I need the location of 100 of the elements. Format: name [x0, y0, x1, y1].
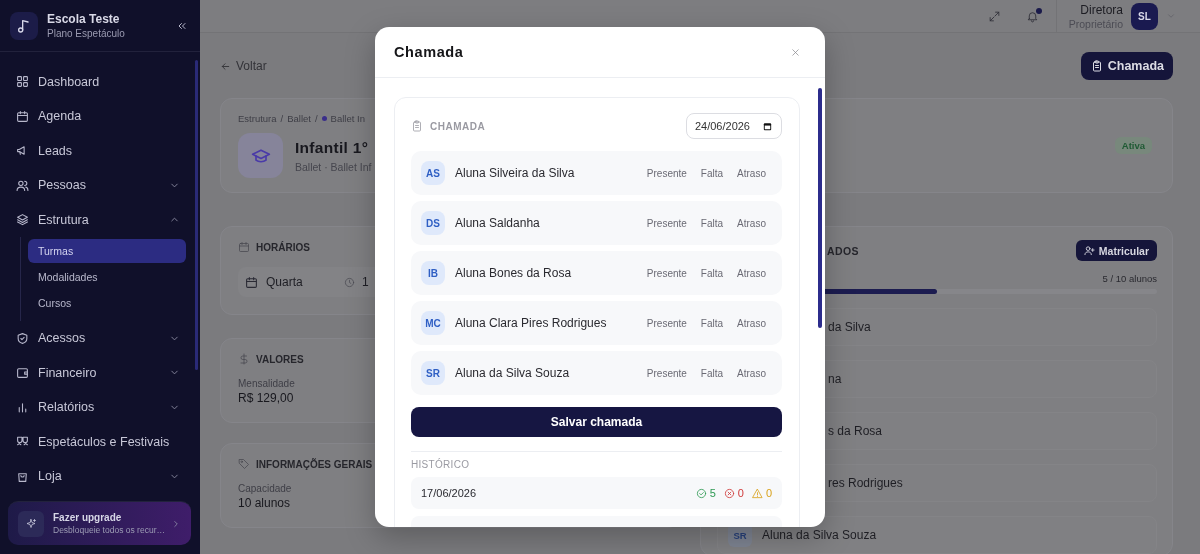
attendance-option[interactable]: Atraso — [731, 213, 772, 233]
section-title: CHAMADA — [430, 120, 487, 132]
section-title: VALORES — [256, 353, 304, 365]
attendance-option[interactable]: Presente — [640, 313, 693, 333]
user-plus-icon — [1083, 245, 1095, 256]
attendance-option[interactable]: Falta — [694, 213, 730, 233]
attendance-option[interactable]: Presente — [640, 163, 693, 183]
calendar-icon — [238, 241, 250, 253]
users-icon — [16, 178, 29, 192]
tag-icon — [238, 458, 250, 470]
absent-count: 0 — [737, 487, 744, 499]
student-name: na — [828, 372, 842, 386]
student-avatar: MC — [421, 311, 445, 335]
save-button[interactable]: Salvar chamada — [411, 407, 782, 437]
calendar-icon — [245, 275, 258, 289]
nav-item[interactable]: Espetáculos e Festivais — [16, 424, 186, 459]
user-avatar[interactable]: SL — [1131, 2, 1158, 30]
clipboard-icon — [1090, 60, 1103, 72]
nav-item[interactable]: Acessos — [16, 320, 186, 356]
enrollment-count: 5 / 10 alunos — [1102, 273, 1157, 284]
chevron-right-icon — [171, 518, 181, 529]
clipboard-icon — [411, 120, 423, 132]
nav-subitem[interactable]: Modalidades — [28, 264, 186, 289]
student-name: da Silva — [828, 320, 871, 334]
present-count: 5 — [709, 487, 716, 499]
bar-chart-icon — [16, 400, 29, 414]
student-name: Aluna da Silva Souza — [455, 366, 571, 380]
close-icon[interactable] — [790, 46, 801, 58]
class-title: Infantil 1° — [295, 138, 370, 157]
current-dot — [321, 116, 327, 121]
schedule-day: Quarta — [266, 275, 344, 289]
breadcrumb-separator: / — [280, 113, 284, 124]
nav-item[interactable]: Leads — [16, 133, 186, 168]
expand-icon[interactable] — [987, 9, 1001, 23]
student-avatar: IB — [421, 261, 445, 285]
back-link[interactable]: Voltar — [220, 59, 267, 73]
bell-icon[interactable] — [1025, 9, 1039, 23]
field-label: Capacidade — [238, 483, 292, 494]
attendance-option[interactable]: Falta — [694, 163, 730, 183]
x-circle-icon — [723, 487, 735, 499]
scrollbar[interactable] — [195, 60, 198, 371]
school-name: Escola Teste — [47, 12, 121, 27]
student-avatar: SR — [421, 361, 445, 385]
attendance-option[interactable]: Atraso — [731, 313, 772, 333]
wallet-icon — [16, 366, 29, 380]
student-row[interactable]: SR Aluna da Silva Souza — [717, 516, 1157, 554]
dollar-icon — [238, 353, 250, 365]
date-field[interactable]: 24/06/2026 — [685, 113, 782, 139]
warning-icon — [751, 487, 763, 499]
attendance-option[interactable]: Atraso — [731, 263, 772, 283]
scrollbar-thumb[interactable] — [818, 88, 822, 328]
student-name: Aluna Clara Pires Rodrigues — [455, 316, 608, 330]
calendar-icon — [16, 109, 29, 123]
breadcrumb-link[interactable]: Ballet — [287, 113, 311, 124]
field-value: R$ 129,00 — [238, 391, 294, 405]
nav-item[interactable]: Estrutura — [16, 202, 186, 237]
student-name: Aluna Saldanha — [455, 216, 541, 230]
calendar-icon[interactable] — [762, 120, 773, 132]
nav-subitem[interactable]: Cursos — [28, 290, 186, 315]
clock-icon — [344, 276, 355, 288]
layers-icon — [16, 213, 29, 227]
student-name: Aluna da Silva Souza — [762, 528, 877, 542]
field-value: 10 alunos — [238, 496, 291, 510]
upgrade-card[interactable]: Fazer upgrade Desbloqueie todos os recur… — [8, 501, 191, 545]
nav-item[interactable]: Loja — [16, 458, 186, 494]
student-name: Aluna Silveira da Silva — [455, 166, 576, 180]
nav-item[interactable]: Agenda — [16, 98, 186, 134]
attendance-button[interactable]: Chamada — [1080, 52, 1173, 80]
section-title: ADOS — [827, 244, 859, 257]
student-name: Aluna Bones da Rosa — [455, 266, 573, 280]
section-title: INFORMAÇÕES GERAIS — [256, 458, 373, 470]
grid-icon — [16, 75, 29, 89]
section-title: HORÁRIOS — [256, 241, 310, 253]
dialog-title: Chamada — [394, 44, 464, 60]
sparkle-icon — [18, 510, 44, 537]
attendance-option[interactable]: Presente — [640, 263, 693, 283]
nav-item[interactable]: Financeiro — [16, 355, 186, 390]
upgrade-subtitle: Desbloqueie todos os recur… — [53, 525, 162, 536]
attendance-option[interactable]: Atraso — [731, 163, 772, 183]
plan-name: Plano Espetáculo — [47, 28, 126, 40]
nav-subitem[interactable]: Turmas — [28, 238, 186, 263]
enroll-button[interactable]: Matricular — [1075, 240, 1157, 261]
attendance-option[interactable]: Falta — [694, 263, 730, 283]
attendance-option[interactable]: Presente — [640, 213, 693, 233]
section-title: HISTÓRICO — [411, 459, 471, 470]
attendance-option[interactable]: Presente — [640, 363, 693, 383]
history-date: 17/06/2026 — [421, 487, 477, 499]
nav-item[interactable]: Pessoas — [16, 167, 186, 203]
nav-item[interactable]: Dashboard — [16, 64, 186, 99]
history-row[interactable]: 17/06/2026 5 0 0 — [411, 477, 782, 509]
breadcrumb-separator: / — [314, 113, 318, 124]
nav-item[interactable]: Relatórios — [16, 389, 186, 425]
music-note-icon — [10, 11, 38, 40]
attendance-option[interactable]: Atraso — [731, 363, 772, 383]
breadcrumb-link[interactable]: Estrutura — [238, 113, 277, 124]
late-count: 0 — [765, 487, 772, 499]
student-avatar: AS — [421, 161, 445, 185]
check-circle-icon — [695, 487, 707, 499]
status-badge: Ativa — [1114, 137, 1152, 154]
arrow-left-icon — [220, 60, 231, 72]
